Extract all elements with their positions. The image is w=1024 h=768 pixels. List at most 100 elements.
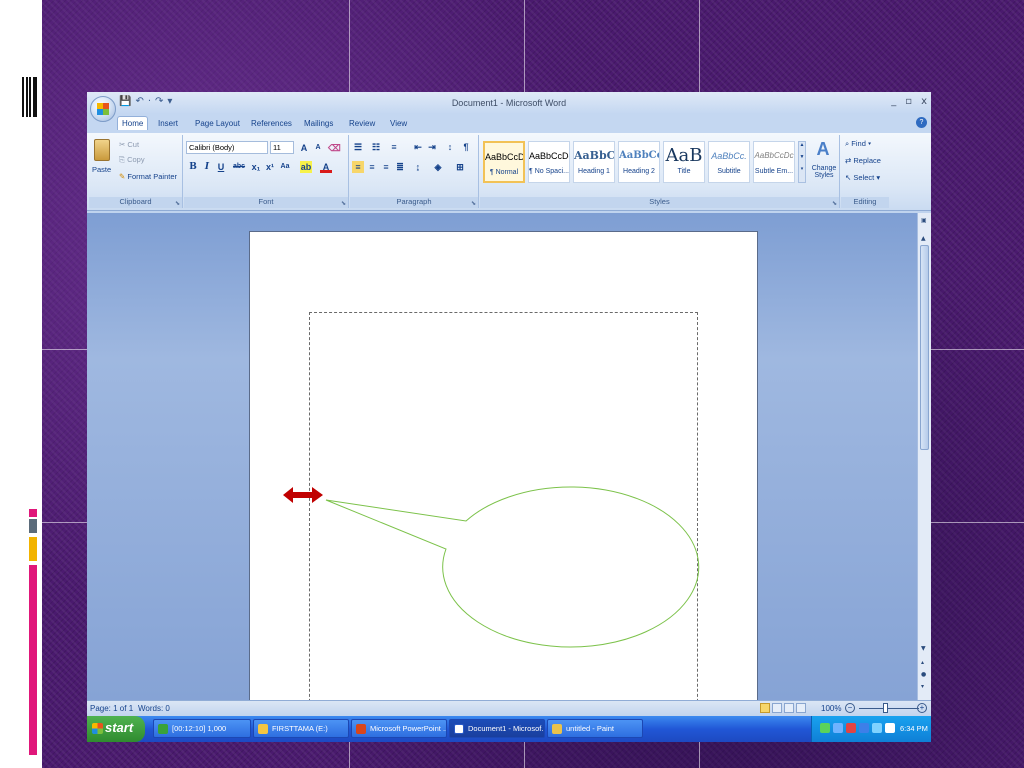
clipboard-launcher-icon[interactable]: ⬊ (175, 200, 180, 207)
vertical-scrollbar[interactable]: ▣ ▲ ▼ ▴ ● ▾ (917, 213, 931, 700)
shading-icon[interactable]: ◈ (432, 161, 444, 173)
styles-scroll[interactable]: ▲ ▼ ▾ (798, 141, 806, 183)
taskbar-item-powerpoint[interactable]: Microsoft PowerPoint ... (351, 719, 447, 738)
prev-page-icon[interactable]: ▴ (921, 659, 924, 666)
scroll-down-icon[interactable]: ▼ (921, 645, 926, 652)
style-sample: AaBbCcDc (529, 151, 569, 161)
style-heading-1[interactable]: AaBbC( Heading 1 (573, 141, 615, 183)
tab-page-layout[interactable]: Page Layout (191, 117, 244, 130)
zoom-in-icon[interactable]: + (917, 703, 927, 713)
tab-view[interactable]: View (386, 117, 411, 130)
start-button[interactable]: start (87, 716, 145, 742)
help-icon[interactable]: ? (916, 117, 927, 128)
cursor-icon: ↖ (845, 173, 852, 182)
subscript-icon[interactable]: x₁ (250, 161, 262, 173)
grow-font-icon[interactable]: A (298, 142, 310, 154)
taskbar-item-paint[interactable]: untitled - Paint (547, 719, 643, 738)
full-screen-icon[interactable] (772, 703, 782, 713)
increase-indent-icon[interactable]: ⇥ (426, 141, 438, 153)
scroll-thumb[interactable] (920, 245, 929, 450)
scroll-up-icon[interactable]: ▲ (921, 235, 926, 242)
sort-icon[interactable]: ↕ (444, 141, 456, 153)
highlight-icon[interactable]: ab (300, 161, 312, 173)
justify-icon[interactable]: ≣ (394, 161, 406, 173)
borders-icon[interactable]: ⊞ (454, 161, 466, 173)
paragraph-launcher-icon[interactable]: ⬊ (471, 200, 476, 207)
line-spacing-icon[interactable]: ↨ (412, 161, 424, 173)
print-layout-icon[interactable] (760, 703, 770, 713)
word-count[interactable]: Words: 0 (138, 704, 170, 713)
slide-deco-block (29, 509, 37, 517)
underline-icon[interactable]: U (215, 161, 227, 173)
tab-references[interactable]: References (247, 117, 296, 130)
page-count[interactable]: Page: 1 of 1 (90, 704, 133, 713)
style-subtitle[interactable]: AaBbCc. Subtitle (708, 141, 750, 183)
font-launcher-icon[interactable]: ⬊ (341, 200, 346, 207)
taskbar-item-drive[interactable]: FIRSTTAMA (E:) (253, 719, 349, 738)
zoom-slider[interactable] (859, 708, 919, 709)
zoom-slider-thumb[interactable] (883, 703, 888, 713)
paste-button[interactable]: Paste (92, 165, 111, 174)
align-left-icon[interactable]: ≡ (352, 161, 364, 173)
document-page[interactable] (249, 231, 758, 732)
format-painter-button[interactable]: ✎ Format Painter (119, 172, 177, 181)
restore-button[interactable]: ▫ (905, 96, 912, 107)
font-name-box[interactable]: Calibri (Body) (186, 141, 268, 154)
clear-format-icon[interactable]: ⌫ (328, 142, 341, 154)
change-styles-button[interactable]: Change Styles (808, 165, 840, 179)
tab-insert[interactable]: Insert (154, 117, 182, 130)
tray-chat-icon[interactable] (872, 723, 882, 733)
document-area (87, 213, 917, 732)
tab-home[interactable]: Home (117, 116, 149, 130)
browse-object-icon[interactable]: ● (921, 671, 926, 678)
italic-icon[interactable]: I (201, 161, 213, 173)
tray-bluetooth-icon[interactable] (833, 723, 843, 733)
bullets-icon[interactable]: ☰ (352, 141, 364, 153)
next-page-icon[interactable]: ▾ (921, 683, 924, 690)
tray-media-icon[interactable] (859, 723, 869, 733)
strikethrough-icon[interactable]: abc (233, 161, 245, 173)
decrease-indent-icon[interactable]: ⇤ (412, 141, 424, 153)
view-buttons (760, 703, 816, 714)
style-subtle-emphasis[interactable]: AaBbCcDc Subtle Em... (753, 141, 795, 183)
show-marks-icon[interactable]: ¶ (460, 141, 472, 153)
superscript-icon[interactable]: x¹ (264, 161, 276, 173)
find-button[interactable]: ⌕ Find ▾ (845, 139, 871, 149)
cut-button[interactable]: ✂ Cut (119, 140, 139, 149)
ruler-toggle-icon[interactable]: ▣ (921, 217, 927, 224)
zoom-out-icon[interactable]: − (845, 703, 855, 713)
status-bar: Page: 1 of 1 Words: 0 100% − + (87, 700, 931, 716)
bold-icon[interactable]: B (187, 161, 199, 173)
tab-mailings[interactable]: Mailings (300, 117, 337, 130)
close-button[interactable]: x (921, 96, 927, 107)
style-no-spacing[interactable]: AaBbCcDc ¶ No Spaci... (528, 141, 570, 183)
web-layout-icon[interactable] (784, 703, 794, 713)
style-sample: AaBbCcDc (485, 152, 523, 162)
tray-security-icon[interactable] (846, 723, 856, 733)
office-button[interactable] (90, 96, 116, 122)
style-heading-2[interactable]: AaBbCc Heading 2 (618, 141, 660, 183)
change-case-icon[interactable]: Aa (279, 161, 291, 173)
align-right-icon[interactable]: ≡ (380, 161, 392, 173)
taskbar-item-timer[interactable]: [00:12:10] 1,000 (153, 719, 251, 738)
style-normal[interactable]: AaBbCcDc ¶ Normal (483, 141, 525, 183)
style-name: Heading 1 (578, 168, 610, 175)
select-button[interactable]: ↖ Select ▾ (845, 173, 880, 182)
zoom-level[interactable]: 100% (821, 704, 841, 713)
outline-icon[interactable] (796, 703, 806, 713)
styles-launcher-icon[interactable]: ⬊ (832, 200, 837, 207)
tray-network-icon[interactable] (820, 723, 830, 733)
tray-display-icon[interactable] (885, 723, 895, 733)
copy-button[interactable]: ⎘ Copy (119, 155, 145, 165)
replace-button[interactable]: ⇄ Replace (845, 156, 881, 165)
font-size-box[interactable]: 11 (270, 141, 294, 154)
numbering-icon[interactable]: ☷ (370, 141, 382, 153)
multilevel-list-icon[interactable]: ≡ (388, 141, 400, 153)
align-center-icon[interactable]: ≡ (366, 161, 378, 173)
minimize-button[interactable]: _ (891, 96, 896, 107)
font-color-icon[interactable]: A (320, 161, 332, 173)
style-title[interactable]: AaB Title (663, 141, 705, 183)
taskbar-item-word[interactable]: Document1 - Microsof... (449, 719, 545, 738)
tab-review[interactable]: Review (345, 117, 379, 130)
shrink-font-icon[interactable]: A (312, 142, 324, 154)
